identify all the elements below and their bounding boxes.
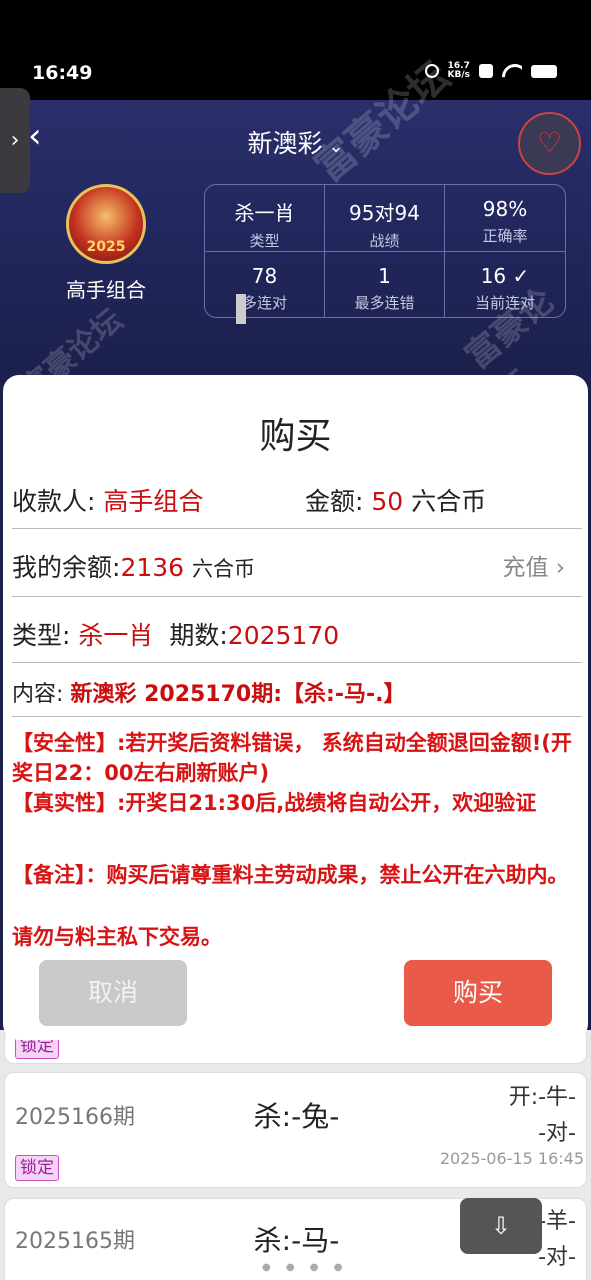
- stat-max-streak: 78 多连对: [205, 252, 325, 317]
- payee-value: 高手组合: [103, 487, 204, 516]
- page-indicator: ● ● ● ●: [262, 1262, 349, 1273]
- list-item[interactable]: 2025166期 杀:-兔- 开:-牛- -对- 2025-06-15 16:4…: [4, 1072, 587, 1188]
- note-safety: 【安全性】:若开奖后资料错误， 系统自动全额退回金额!(开奖日22：00左右刷新…: [12, 731, 572, 785]
- open-result: 开:-牛-: [508, 1085, 576, 1110]
- kill-prediction: 杀:-兔-: [253, 1100, 340, 1133]
- battery-icon: [531, 64, 557, 78]
- buy-button[interactable]: 购买: [404, 960, 552, 1026]
- divider: [12, 596, 582, 597]
- status-time: 16:49: [32, 62, 93, 84]
- heart-icon: ♡: [536, 126, 563, 159]
- note-authenticity: 【真实性】:开奖日21:30后,战绩将自动公开，欢迎验证: [12, 791, 537, 815]
- download-button[interactable]: ⇩: [460, 1198, 542, 1254]
- balance-value: 2136: [120, 553, 185, 582]
- balance-row: 我的余额:2136 六合币: [12, 553, 256, 582]
- note-remark: 【备注】：购买后请尊重料主劳动成果，禁止公开在六助内。: [12, 863, 569, 887]
- amount-value: 50: [371, 487, 404, 516]
- dialog-title: 购买: [259, 416, 332, 457]
- page-title[interactable]: 新澳彩 ⌄: [0, 124, 591, 160]
- content-row: 内容: 新澳彩 2025170期:【杀:-马-.】: [12, 682, 406, 707]
- favorite-button[interactable]: ♡: [518, 112, 581, 175]
- download-icon: ⇩: [490, 1212, 512, 1240]
- status-bar: 16:49 16.7 KB/s: [0, 0, 591, 100]
- open-outcome: -对-: [538, 1245, 576, 1270]
- avatar: 2025: [66, 184, 146, 264]
- profile-name: 高手组合: [66, 278, 146, 302]
- network-speed: 16.7 KB/s: [447, 61, 470, 80]
- recharge-link[interactable]: 充值 ›: [502, 548, 565, 582]
- stat-accuracy: 98% 正确率: [445, 185, 565, 252]
- content-value: 新澳彩 2025170期:【杀:-马-.】: [70, 682, 406, 707]
- stat-max-miss: 1 最多连错: [325, 252, 445, 317]
- stat-record: 95对94 战绩: [325, 185, 445, 252]
- divider: [12, 716, 582, 717]
- divider: [12, 662, 582, 663]
- redaction-block: [236, 294, 246, 324]
- period-value: 2025170: [227, 621, 340, 650]
- payee-row: 收款人: 高手组合 金额: 50 六合币: [12, 482, 582, 518]
- amount-group: 金额: 50 六合币: [305, 487, 487, 516]
- lock-badge: 锁定: [15, 1155, 59, 1181]
- note-private-trade: 请勿与料主私下交易。: [12, 925, 222, 949]
- type-value: 杀一肖: [78, 621, 154, 650]
- wifi-icon: [502, 64, 522, 78]
- stat-type: 杀一肖 类型: [205, 185, 325, 252]
- type-row: 类型: 杀一肖 期数:2025170: [12, 621, 340, 650]
- list-date: 2025-06-15 16:45: [439, 1149, 584, 1168]
- cancel-button[interactable]: 取消: [39, 960, 187, 1026]
- divider: [12, 528, 582, 529]
- notification-icon: [479, 64, 493, 78]
- open-outcome: -对-: [538, 1121, 576, 1146]
